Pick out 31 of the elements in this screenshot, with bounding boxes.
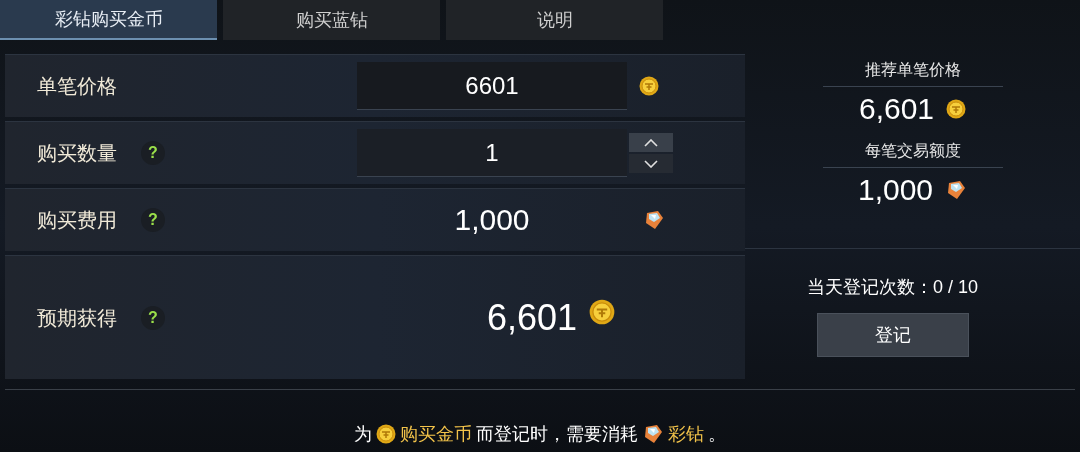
- expected-value: 6,601: [486, 297, 577, 338]
- decrement-button[interactable]: [629, 154, 673, 173]
- note-text: 而登记时，需要消耗: [476, 423, 638, 446]
- note-text: 。: [708, 423, 726, 446]
- price-field[interactable]: 6601: [357, 62, 627, 110]
- row-label: 单笔价格: [37, 74, 117, 99]
- increment-button[interactable]: [629, 133, 673, 152]
- row-label: 预期获得: [37, 305, 117, 331]
- register-button[interactable]: 登记: [816, 313, 969, 357]
- cost-value: 1,000: [454, 202, 530, 238]
- summary-label: 每笔交易额度: [864, 141, 961, 161]
- help-button[interactable]: ?: [141, 305, 165, 330]
- tab[interactable]: 说明: [446, 0, 663, 40]
- tab[interactable]: 购买蓝钻: [223, 0, 440, 40]
- help-button[interactable]: ?: [141, 208, 165, 232]
- tab[interactable]: 彩钻购买金币: [0, 0, 217, 40]
- note-text: 为: [354, 423, 372, 446]
- chevron-down-icon: [644, 159, 658, 168]
- row-label: 购买数量: [37, 141, 117, 166]
- highlight-text: 彩钻: [668, 423, 704, 446]
- coin-icon: [376, 424, 396, 444]
- summary-label: 推荐单笔价格: [864, 60, 961, 80]
- help-button[interactable]: ?: [141, 141, 165, 165]
- gem-icon: [642, 423, 664, 445]
- summary-value: 1,000: [857, 172, 934, 208]
- row-label: 购买费用: [37, 208, 117, 233]
- register-count: 当天登记次数：0 / 10: [806, 276, 978, 299]
- highlight-text: 购买金币: [400, 423, 472, 446]
- summary-value: 6,601: [858, 91, 935, 127]
- quantity-field[interactable]: 1: [357, 129, 627, 177]
- chevron-up-icon: [644, 138, 658, 147]
